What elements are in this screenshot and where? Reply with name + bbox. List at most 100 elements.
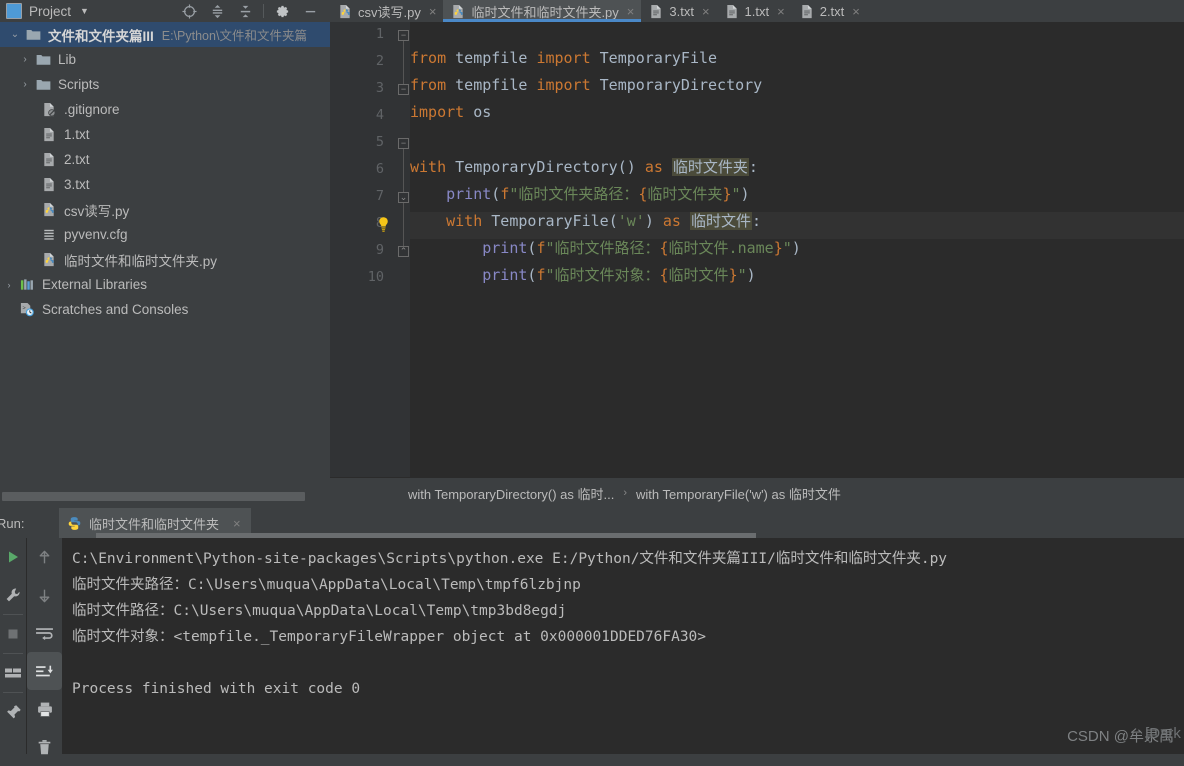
project-panel-title: Project xyxy=(29,3,72,19)
chevron-expanded-icon[interactable]: ⌄ xyxy=(6,29,24,40)
settings-gear-icon[interactable] xyxy=(268,0,296,22)
code-editor[interactable]: 1 2 3 4 5 6 7 8 9 10 − − − ⌄ ⌃ xyxy=(330,22,1184,478)
soft-wrap-button[interactable] xyxy=(27,614,62,652)
folder-icon xyxy=(34,77,52,93)
tree-item-lib[interactable]: › Lib xyxy=(0,47,330,72)
close-icon[interactable]: × xyxy=(233,516,241,531)
editor-tab-3txt[interactable]: 3.txt × xyxy=(641,0,716,22)
text-file-icon xyxy=(40,177,58,193)
restore-layout-button[interactable] xyxy=(0,654,26,692)
close-icon[interactable]: × xyxy=(852,4,860,19)
down-the-stack-button[interactable] xyxy=(27,576,62,614)
edit-configurations-button[interactable] xyxy=(0,576,26,614)
text-file-icon xyxy=(725,4,739,19)
chevron-down-icon[interactable]: ▼ xyxy=(80,6,89,16)
tree-item-label: 2.txt xyxy=(64,152,90,167)
text-file-icon xyxy=(649,4,663,19)
tree-item-scripts[interactable]: › Scripts xyxy=(0,72,330,97)
run-left-toolbar xyxy=(0,538,27,754)
up-the-stack-button[interactable] xyxy=(27,538,62,576)
lightbulb-icon[interactable] xyxy=(375,216,391,232)
close-icon[interactable]: × xyxy=(777,4,785,19)
tree-item-gitignore[interactable]: .gitignore xyxy=(0,97,330,122)
tree-item-pyvenv-cfg[interactable]: pyvenv.cfg xyxy=(0,222,330,247)
console-toolbar xyxy=(27,538,62,754)
hide-panel-icon[interactable] xyxy=(296,0,324,22)
run-tool-window-label: Run: xyxy=(0,515,25,531)
tree-item-label: 1.txt xyxy=(64,127,90,142)
editor-tab-2txt[interactable]: 2.txt × xyxy=(792,0,867,22)
tree-item-external-libraries[interactable]: › External Libraries xyxy=(0,272,330,297)
editor-tab-label: 2.txt xyxy=(819,3,845,19)
text-file-icon xyxy=(800,4,814,19)
pin-tab-button[interactable] xyxy=(0,693,26,731)
chevron-right-icon[interactable]: › xyxy=(16,79,34,90)
line-number: 9 xyxy=(375,242,384,258)
tree-item-label: csv读写.py xyxy=(64,203,130,219)
scroll-to-end-button[interactable] xyxy=(27,652,62,690)
watermark-overlay: [Dark Cat] xyxy=(1145,725,1184,742)
editor-tab-label: 1.txt xyxy=(744,3,770,19)
stop-button[interactable] xyxy=(0,615,26,653)
chevron-right-icon[interactable]: › xyxy=(16,54,34,65)
tree-item-temp-py[interactable]: 临时文件和临时文件夹.py xyxy=(0,247,330,272)
tabbar-filler xyxy=(866,0,1184,22)
tree-item-csv-py[interactable]: csv读写.py xyxy=(0,197,330,222)
scrollbar-thumb[interactable] xyxy=(2,492,305,501)
line-number: 10 xyxy=(367,269,384,285)
close-icon[interactable]: × xyxy=(627,4,635,19)
fold-marker-line3[interactable]: − xyxy=(398,84,409,95)
code-folding-gutter[interactable]: − − − ⌄ ⌃ xyxy=(392,22,410,478)
config-file-icon xyxy=(40,227,58,243)
python-file-icon xyxy=(40,252,58,268)
line-number: 2 xyxy=(375,53,384,69)
expand-all-icon[interactable] xyxy=(203,0,231,22)
project-panel: Project ▼ ⌄ 文件和文件夹篇III E:\Python\文件和文件夹篇… xyxy=(0,0,330,508)
fold-marker-line1[interactable]: − xyxy=(398,30,409,41)
tree-item-scratches-consoles[interactable]: > Scratches and Consoles xyxy=(0,297,330,322)
tree-item-path: E:\Python\文件和文件夹篇 xyxy=(161,29,307,43)
editor-tab-csv-py[interactable]: csv读写.py × xyxy=(330,0,443,22)
fold-marker-line5[interactable]: − xyxy=(398,138,409,149)
fold-marker-line7[interactable]: ⌄ xyxy=(398,192,409,203)
breadcrumb-item-1[interactable]: with TemporaryFile('w') as 临时文件 xyxy=(636,484,841,503)
tree-item-label: Lib xyxy=(58,52,77,67)
trash-icon[interactable] xyxy=(27,728,62,766)
fold-line xyxy=(403,149,404,194)
close-icon[interactable]: × xyxy=(702,4,710,19)
tree-item-label: .gitignore xyxy=(64,102,120,117)
console-line: Process finished with exit code 0 xyxy=(72,681,361,697)
project-panel-horizontal-scrollbar[interactable] xyxy=(0,486,330,508)
tree-item-2txt[interactable]: 2.txt xyxy=(0,147,330,172)
tree-item-1txt[interactable]: 1.txt xyxy=(0,122,330,147)
project-tree[interactable]: ⌄ 文件和文件夹篇III E:\Python\文件和文件夹篇 › Lib › S… xyxy=(0,22,330,486)
editor-tab-temp-py[interactable]: 临时文件和临时文件夹.py × xyxy=(443,0,642,22)
chevron-right-icon: › xyxy=(623,487,628,499)
run-tool-window: Run: 临时文件和临时文件夹 × C:\Environment\Python-… xyxy=(0,508,1184,754)
print-button[interactable] xyxy=(27,690,62,728)
run-console-output[interactable]: C:\Environment\Python-site-packages\Scri… xyxy=(62,538,1184,754)
breadcrumb[interactable]: with TemporaryDirectory() as 临时... › wit… xyxy=(330,477,1184,508)
breadcrumb-item-0[interactable]: with TemporaryDirectory() as 临时... xyxy=(408,484,614,503)
console-line: 临时文件夹路径：C:\Users\muqua\AppData\Local\Tem… xyxy=(72,577,581,593)
tree-item-project-root[interactable]: ⌄ 文件和文件夹篇III E:\Python\文件和文件夹篇 xyxy=(0,22,330,47)
rerun-button[interactable] xyxy=(0,538,26,576)
watermark: CSDN @牟泉禹 [Dark Cat] xyxy=(1067,725,1184,746)
console-line: C:\Environment\Python-site-packages\Scri… xyxy=(72,551,948,567)
tree-item-label: 3.txt xyxy=(64,177,90,192)
close-icon[interactable]: × xyxy=(429,4,437,19)
tree-item-3txt[interactable]: 3.txt xyxy=(0,172,330,197)
external-libraries-icon xyxy=(18,277,36,293)
collapse-all-icon[interactable] xyxy=(231,0,259,22)
tree-item-label: Scratches and Consoles xyxy=(42,302,189,317)
tree-item-label: 文件和文件夹篇III xyxy=(48,28,154,44)
run-tab-label: 临时文件和临时文件夹 xyxy=(89,516,220,532)
editor-tab-1txt[interactable]: 1.txt × xyxy=(717,0,792,22)
scratches-icon: > xyxy=(18,302,36,318)
fold-marker-line9[interactable]: ⌃ xyxy=(398,246,409,257)
locate-icon[interactable] xyxy=(175,0,203,22)
code-text-column[interactable]: from tempfile import TemporaryFile from … xyxy=(379,22,1184,478)
toolbar-divider xyxy=(263,4,264,18)
chevron-right-icon[interactable]: › xyxy=(0,280,18,290)
